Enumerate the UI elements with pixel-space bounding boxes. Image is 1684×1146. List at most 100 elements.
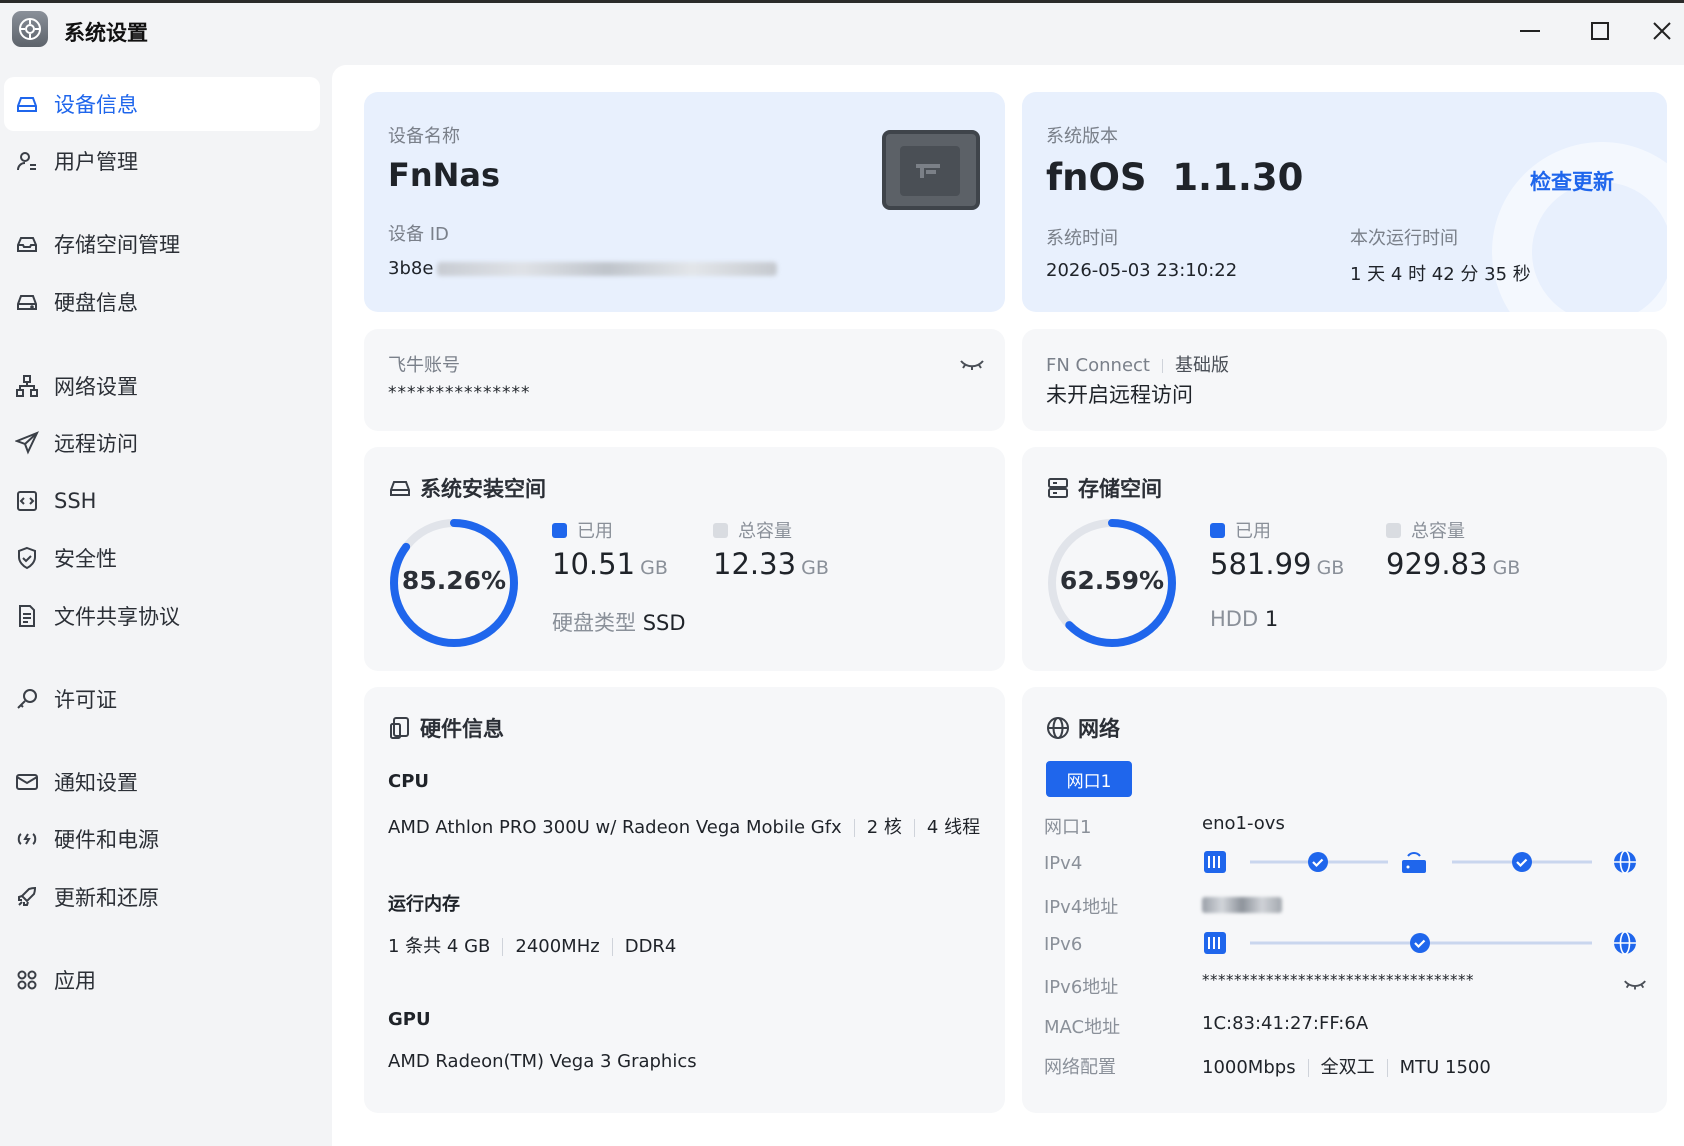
cpu-cores: 2 核: [866, 817, 902, 838]
sidebar-item-label: 硬盘信息: [54, 291, 138, 315]
memory-size: 1 条共 4 GB: [388, 936, 491, 957]
settings-app-icon: [12, 11, 48, 47]
maximize-button[interactable]: [1578, 11, 1622, 51]
hardware-title: 硬件信息: [388, 713, 504, 743]
gpu-label: GPU: [388, 1009, 431, 1030]
sidebar-item-network[interactable]: 网络设置: [4, 359, 320, 413]
total-unit: GB: [801, 557, 829, 579]
mail-icon: [14, 769, 40, 795]
power-icon: [14, 826, 40, 852]
sidebar-item-device-info[interactable]: 设备信息: [4, 77, 320, 131]
sidebar-item-label: 设备信息: [54, 93, 138, 117]
minimize-button[interactable]: [1508, 11, 1552, 51]
network-icon: [14, 373, 40, 399]
network-config: 1000Mbps 全双工 MTU 1500: [1202, 1053, 1491, 1079]
total-value: 929.83 GB: [1386, 547, 1520, 581]
sidebar-item-label: 远程访问: [54, 432, 138, 456]
minimize-icon: [1520, 30, 1540, 32]
globe-icon: [1614, 931, 1636, 955]
total-unit: GB: [1492, 557, 1521, 579]
fnconnect-label: FN Connect: [1046, 355, 1150, 376]
total-legend-label: 总容量: [738, 521, 792, 542]
mac-label: MAC地址: [1044, 1017, 1121, 1038]
gpu-model: AMD Radeon(TM) Vega 3 Graphics: [388, 1051, 697, 1072]
sidebar-item-label: 许可证: [54, 688, 117, 712]
device-id: 3b8e: [388, 258, 778, 279]
sidebar-item-ssh[interactable]: SSH: [4, 474, 320, 528]
used-legend-swatch: [1210, 523, 1225, 538]
router-icon: [1402, 852, 1426, 873]
check-update-link[interactable]: 检查更新: [1530, 166, 1614, 196]
disk-type: 硬盘类型 SSD: [552, 607, 686, 637]
sidebar-item-disks[interactable]: 硬盘信息: [4, 275, 320, 329]
sidebar-item-security[interactable]: 安全性: [4, 531, 320, 585]
title-bar: 系统设置: [0, 3, 1684, 61]
uptime: 1 天 4 时 42 分 35 秒: [1350, 264, 1531, 285]
cpu-info: AMD Athlon PRO 300U w/ Radeon Vega Mobil…: [388, 813, 980, 839]
network-card: 网络 网口1 网口1 eno1-ovs IPv4 IPv4地址 IPv6 IPv…: [1022, 687, 1667, 1113]
used-legend-label: 已用: [577, 521, 613, 542]
system-time: 2026-05-03 23:10:22: [1046, 260, 1238, 281]
system-version: fnOS 1.1.30: [1046, 156, 1303, 199]
sidebar-item-label: 更新和还原: [54, 886, 159, 910]
ipv4-connection-path: [1204, 850, 1636, 874]
main-content: 设备名称 FnNas 设备 ID 3b8e 系统版本 fnOS 1.1.30 检…: [332, 65, 1684, 1146]
used-number: 581.99: [1210, 547, 1312, 581]
check-circle-icon: [1410, 933, 1430, 953]
nas-device-image: [882, 130, 980, 210]
device-name-label: 设备名称: [388, 126, 460, 147]
link-speed: 1000Mbps: [1202, 1057, 1296, 1078]
sidebar-item-update-restore[interactable]: 更新和还原: [4, 870, 320, 924]
used-unit: GB: [1316, 557, 1345, 579]
user-icon: [14, 148, 40, 174]
ipv6-address: **********************************: [1202, 971, 1474, 989]
ipv6-label: IPv6: [1044, 934, 1083, 955]
check-circle-icon: [1512, 852, 1532, 872]
sidebar-item-label: 硬件和电源: [54, 828, 159, 852]
storage-space-card: 存储空间 62.59% 已用 581.99 GB 总容量 929.83 GB H…: [1022, 447, 1667, 671]
storage-space-title: 存储空间: [1046, 473, 1162, 503]
mac-address: 1C:83:41:27:FF:6A: [1202, 1013, 1369, 1034]
total-value: 12.33 GB: [713, 547, 829, 581]
fnconnect-label-row: FN Connect 基础版: [1046, 351, 1229, 377]
sidebar-item-notifications[interactable]: 通知设置: [4, 755, 320, 809]
network-config-label: 网络配置: [1044, 1057, 1116, 1078]
memory-frequency: 2400MHz: [515, 936, 600, 957]
server-icon: [1048, 478, 1068, 498]
hdd-count: HDD 1: [1210, 607, 1278, 631]
cpu-label: CPU: [388, 771, 430, 792]
tab-port1[interactable]: 网口1: [1046, 761, 1132, 797]
sidebar-item-hardware-power[interactable]: 硬件和电源: [4, 812, 320, 866]
sidebar-item-label: 网络设置: [54, 375, 138, 399]
duplex-mode: 全双工: [1320, 1057, 1375, 1078]
sidebar-item-license[interactable]: 许可证: [4, 672, 320, 726]
check-circle-icon: [1308, 852, 1328, 872]
hdd-count-value: 1: [1264, 607, 1279, 631]
show-ipv6-toggle[interactable]: [1622, 973, 1652, 995]
install-space-percent: 85.26%: [401, 566, 507, 595]
close-button[interactable]: [1640, 11, 1684, 51]
total-number: 12.33: [713, 547, 797, 581]
account-card: 飞牛账号 ***************: [364, 329, 1005, 431]
eye-closed-icon: [960, 360, 984, 370]
used-legend-label: 已用: [1235, 521, 1271, 542]
port-value: eno1-ovs: [1202, 813, 1285, 834]
install-space-card: 系统安装空间 85.26% 已用 10.51 GB 总容量 12.33 GB 硬…: [364, 447, 1005, 671]
device-id-redacted: [437, 262, 778, 276]
sidebar-item-remote-access[interactable]: 远程访问: [4, 416, 320, 470]
maximize-icon: [1591, 22, 1609, 40]
ipv4-label: IPv4: [1044, 853, 1083, 874]
storage-space-percent: 62.59%: [1059, 566, 1165, 595]
device-id-visible: 3b8e: [388, 258, 434, 279]
device-icon: [14, 91, 40, 117]
sidebar-item-users[interactable]: 用户管理: [4, 134, 320, 188]
sidebar-item-apps[interactable]: 应用: [4, 953, 320, 1007]
cpu-threads: 4 线程: [926, 817, 981, 838]
sidebar-item-label: 应用: [54, 969, 96, 993]
ipv4-address-redacted: [1202, 897, 1282, 913]
sidebar-item-file-sharing[interactable]: 文件共享协议: [4, 589, 320, 643]
show-account-toggle[interactable]: [958, 353, 990, 377]
window-title: 系统设置: [64, 21, 148, 45]
sidebar-item-storage[interactable]: 存储空间管理: [4, 217, 320, 271]
sidebar-item-label: 存储空间管理: [54, 233, 180, 257]
